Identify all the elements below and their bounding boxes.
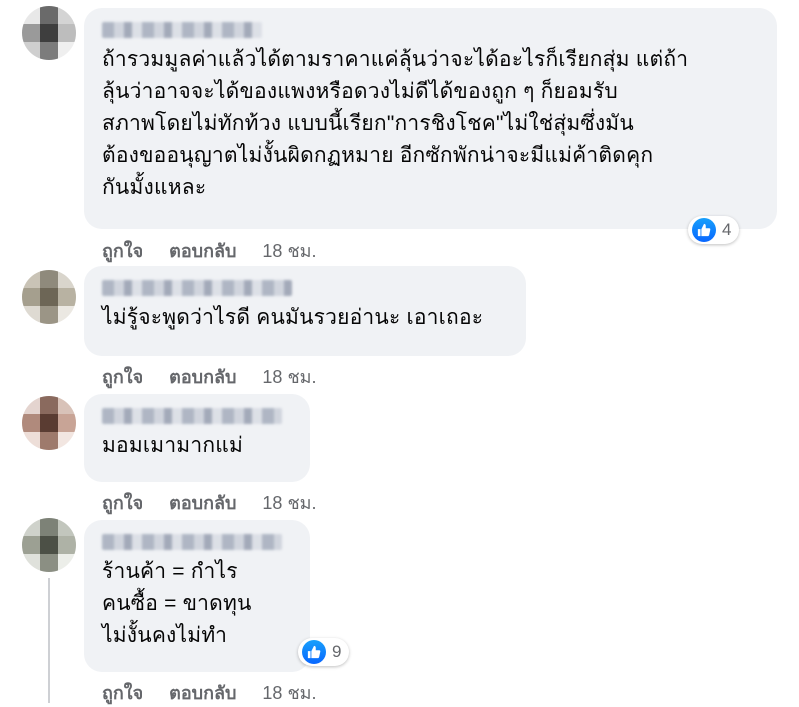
timestamp[interactable]: 18 ชม. (262, 488, 316, 517)
reply-button[interactable]: ตอบกลับ (169, 236, 236, 265)
timestamp[interactable]: 18 ชม. (262, 236, 316, 265)
comment-bubble: ถ้ารวมมูลค่าแล้วได้ตามราคาแค่ลุ้นว่าจะได… (84, 8, 777, 229)
reply-thread-line (48, 578, 50, 703)
avatar[interactable] (22, 518, 76, 572)
commenter-name-blurred[interactable] (102, 280, 292, 296)
avatar[interactable] (22, 270, 76, 324)
reaction-badge[interactable]: 4 (688, 216, 740, 244)
reaction-count: 9 (332, 642, 342, 661)
like-button[interactable]: ถูกใจ (102, 236, 143, 265)
comment-actions: ถูกใจ ตอบกลับ 18 ชม. (102, 236, 317, 265)
like-button[interactable]: ถูกใจ (102, 362, 143, 391)
comment-text: ถ้ารวมมูลค่าแล้วได้ตามราคาแค่ลุ้นว่าจะได… (102, 48, 689, 199)
commenter-name-blurred[interactable] (102, 534, 282, 550)
comment-bubble: มอมเมามากแม่ (84, 394, 310, 482)
comment-text: มอมเมามากแม่ (102, 434, 244, 457)
comment-bubble: ไม่รู้จะพูดว่าไรดี คนมันรวยอ่านะ เอาเถอะ (84, 266, 526, 356)
comment-bubble: ร้านค้า = กำไร คนซื้อ = ขาดทุน ไม่งั้นคง… (84, 520, 310, 672)
reaction-count: 4 (722, 220, 732, 239)
avatar[interactable] (22, 396, 76, 450)
avatar[interactable] (22, 6, 76, 60)
comment-actions: ถูกใจ ตอบกลับ 18 ชม. (102, 488, 317, 517)
reaction-badge[interactable]: 9 (298, 638, 350, 666)
timestamp[interactable]: 18 ชม. (262, 362, 316, 391)
commenter-name-blurred[interactable] (102, 22, 262, 38)
like-icon (692, 218, 716, 242)
reply-button[interactable]: ตอบกลับ (169, 362, 236, 391)
reply-button[interactable]: ตอบกลับ (169, 488, 236, 517)
comment-text: ร้านค้า = กำไร คนซื้อ = ขาดทุน ไม่งั้นคง… (102, 560, 252, 647)
commenter-name-blurred[interactable] (102, 408, 282, 424)
like-icon (302, 640, 326, 664)
comment-text: ไม่รู้จะพูดว่าไรดี คนมันรวยอ่านะ เอาเถอะ (102, 306, 484, 329)
like-button[interactable]: ถูกใจ (102, 488, 143, 517)
comment-actions: ถูกใจ ตอบกลับ 18 ชม. (102, 362, 317, 391)
